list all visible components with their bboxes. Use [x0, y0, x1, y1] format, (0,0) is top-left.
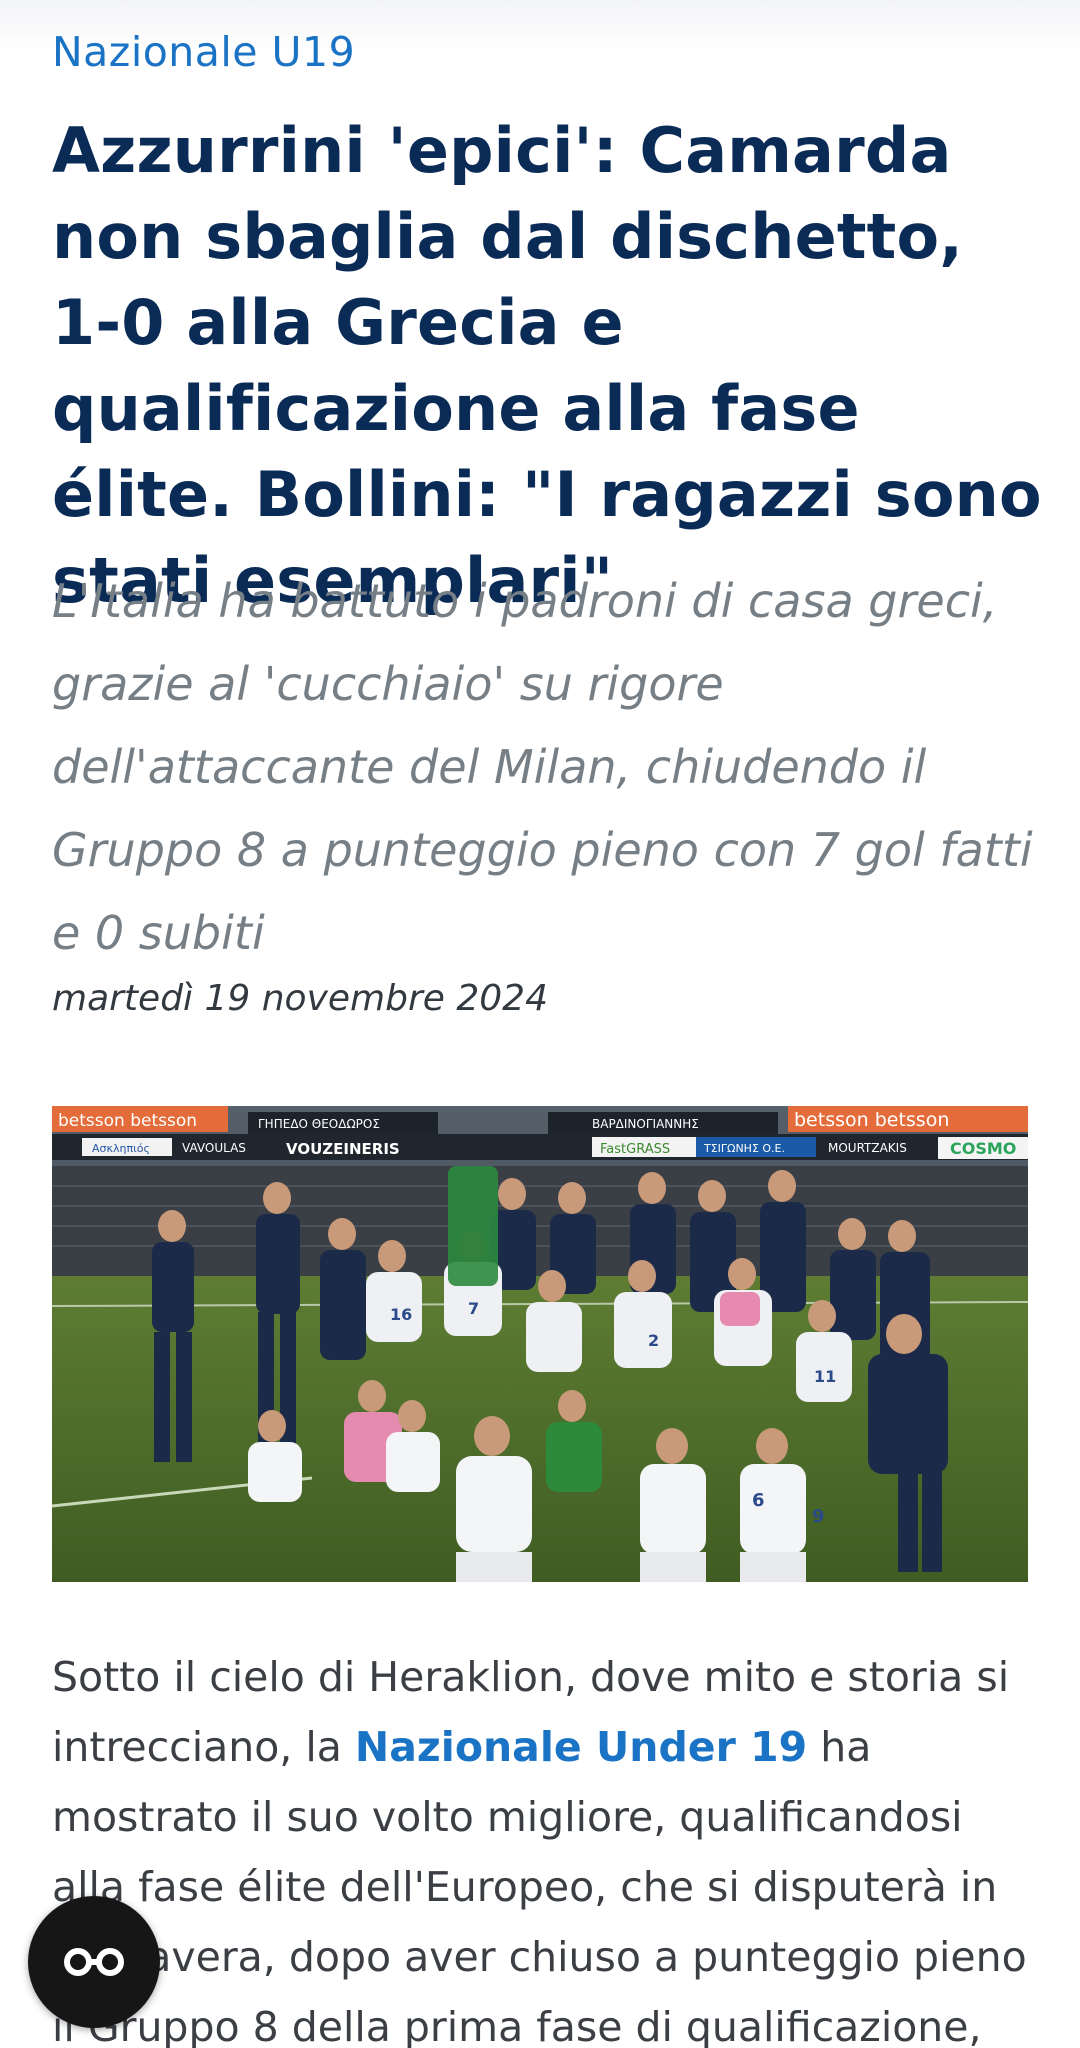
ad-board-text: ΒΑΡΔΙΝΟΓΙΑΝΝΗΣ [592, 1117, 699, 1131]
category-link[interactable]: Nazionale U19 [52, 28, 355, 76]
shirt-number: 9 [812, 1506, 825, 1527]
article-body-paragraph: Sotto il cielo di Heraklion, dove mito e… [52, 1642, 1042, 2048]
ad-board-text: VAVOULAS [182, 1141, 246, 1155]
hero-photo-illustration: betsson betsson ΓΗΠΕΔΟ ΘΕΟΔΩΡΟΣ ΒΑΡΔΙΝΟΓ… [52, 1106, 1028, 1582]
article-headline: Azzurrini 'epici': Camarda non sbaglia d… [52, 114, 1042, 617]
ad-board-text: MOURTZAKIS [828, 1141, 907, 1155]
shirt-number: 7 [468, 1299, 479, 1318]
ad-board-text: ΓΗΠΕΔΟ ΘΕΟΔΩΡΟΣ [258, 1117, 380, 1131]
reader-mode-button[interactable] [28, 1896, 160, 2028]
ad-board-text: betsson betsson [58, 1111, 197, 1131]
glasses-icon [64, 1948, 124, 1976]
shirt-number: 6 [752, 1490, 765, 1511]
ad-board-text: ΤΣΙΓΩΝΗΣ Ο.Ε. [703, 1142, 785, 1155]
ad-board-text: Ασκληπιός [92, 1142, 150, 1155]
ad-board-text: COSMO [950, 1139, 1016, 1158]
nazionale-under19-link[interactable]: Nazionale Under 19 [355, 1723, 807, 1771]
ad-board-text: FastGRASS [600, 1142, 670, 1157]
shirt-number: 2 [648, 1331, 659, 1350]
article-date: martedì 19 novembre 2024 [52, 978, 548, 1019]
shirt-number: 11 [814, 1367, 836, 1386]
body-text-segment: ha mostrato il suo volto migliore, quali… [52, 1723, 1027, 2048]
article-page: Nazionale U19 Azzurrini 'epici': Camarda… [0, 0, 1080, 2048]
shirt-number: 16 [390, 1305, 412, 1324]
ad-board-text: VOUZEINERIS [286, 1140, 400, 1158]
article-subtitle: L'Italia ha battuto i padroni di casa gr… [52, 574, 1033, 960]
hero-photo-team-celebration: betsson betsson ΓΗΠΕΔΟ ΘΕΟΔΩΡΟΣ ΒΑΡΔΙΝΟΓ… [52, 1106, 1028, 1582]
ad-board-text: betsson betsson [794, 1109, 949, 1131]
